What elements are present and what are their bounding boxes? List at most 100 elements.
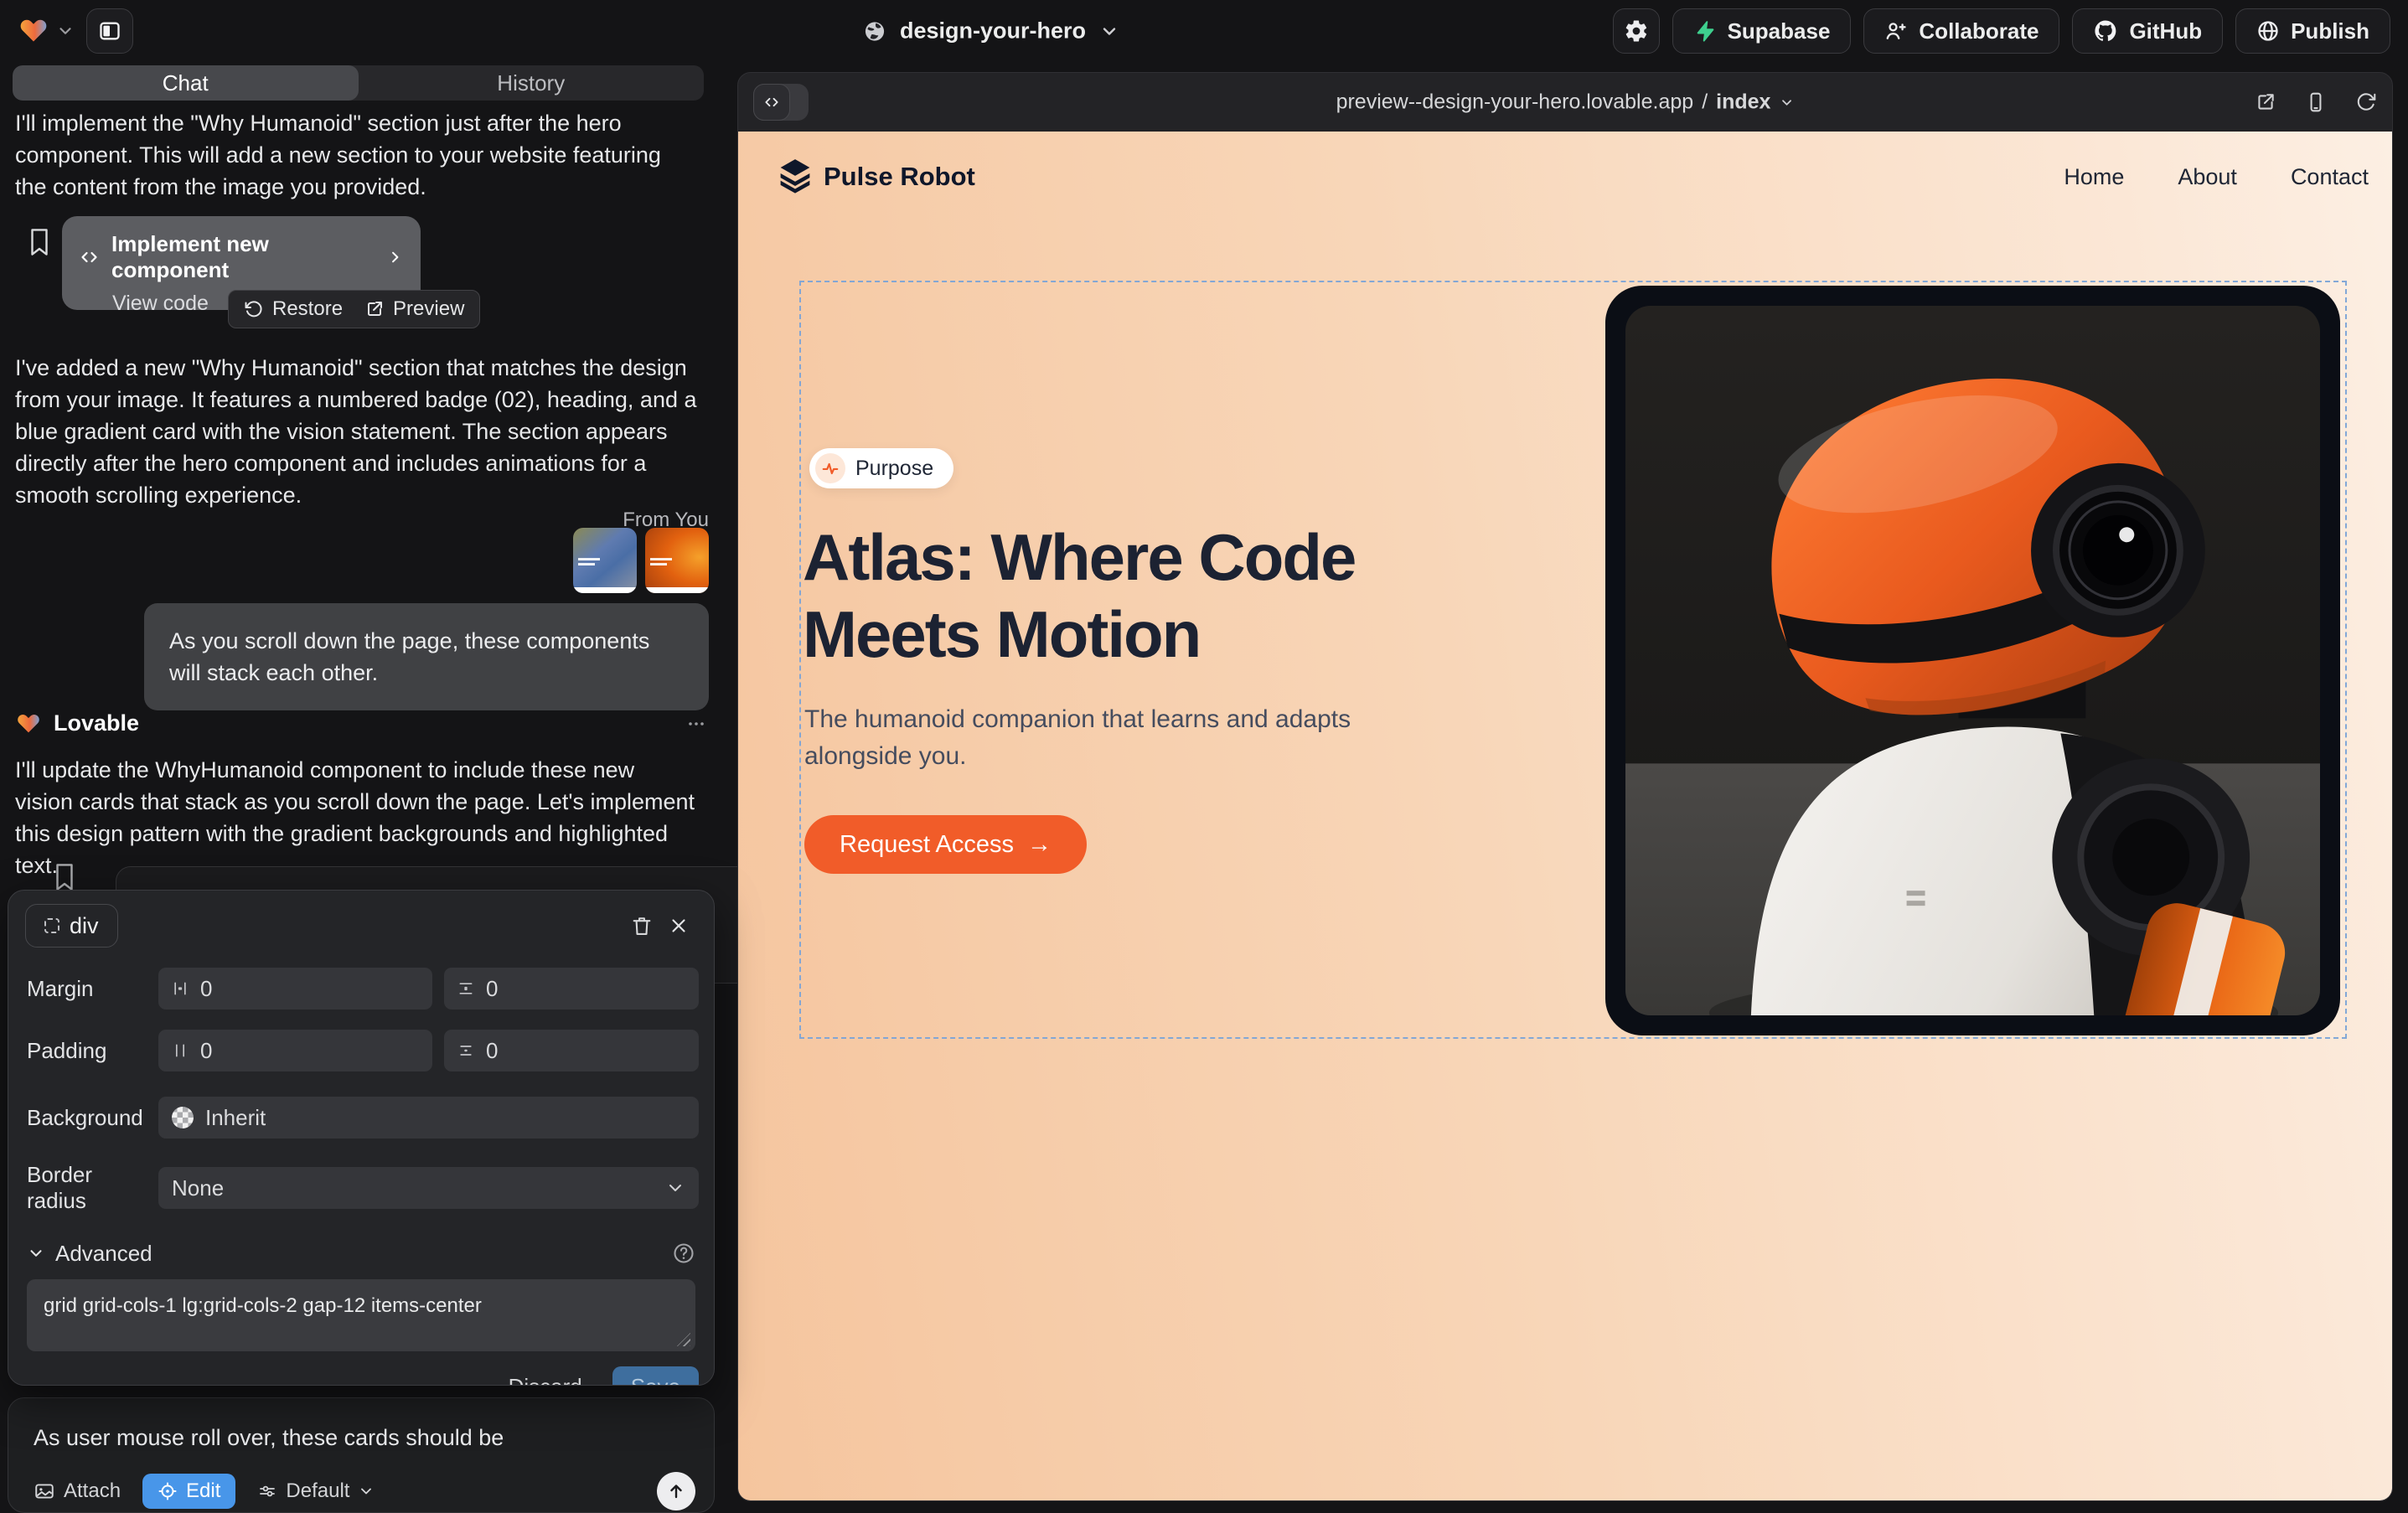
composer-draft-text[interactable]: As user mouse roll over, these cards sho… [8, 1398, 714, 1451]
discard-button[interactable]: Discard [509, 1374, 582, 1386]
topbar-left [18, 8, 133, 54]
hero-robot-card [1605, 286, 2340, 1035]
collaborate-button[interactable]: Collaborate [1863, 8, 2059, 54]
site-brand[interactable]: Pulse Robot [778, 158, 975, 195]
padding-vertical-input[interactable]: 0 [444, 1030, 699, 1071]
restore-label: Restore [272, 297, 343, 321]
ellipsis-icon [684, 714, 709, 734]
advanced-section-toggle[interactable]: Advanced [27, 1239, 695, 1268]
margin-vertical-value: 0 [486, 976, 498, 1002]
padding-horizontal-input[interactable]: 0 [158, 1030, 432, 1071]
element-tag: div [70, 913, 99, 939]
preview-url-bar[interactable]: preview--design-your-hero.lovable.app / … [1336, 90, 1795, 115]
help-icon[interactable] [672, 1242, 695, 1265]
inspector-actions: Discard Save [8, 1366, 714, 1386]
padding-label: Padding [27, 1038, 147, 1064]
advanced-label: Advanced [55, 1241, 152, 1267]
panel-left-icon [98, 19, 121, 43]
user-message-bubble: As you scroll down the page, these compo… [144, 603, 709, 710]
css-classes-value: grid grid-cols-1 lg:grid-cols-2 gap-12 i… [44, 1294, 482, 1317]
margin-vertical-input[interactable]: 0 [444, 968, 699, 1010]
model-mode-selector[interactable]: Default [257, 1479, 375, 1503]
lovable-heart-icon [18, 16, 49, 46]
site-canvas: Pulse Robot Home About Contact Purpose A… [738, 132, 2392, 1500]
background-row: Background Inherit [8, 1097, 714, 1139]
hero-heading: Atlas: Where Code Meets Motion [803, 519, 1490, 673]
supabase-button[interactable]: Supabase [1672, 8, 1852, 54]
mode-label: Default [286, 1479, 349, 1503]
supabase-label: Supabase [1728, 18, 1831, 44]
chevron-right-icon [386, 247, 404, 267]
restore-button[interactable]: Restore [244, 297, 343, 321]
close-inspector-button[interactable] [660, 907, 697, 944]
save-button[interactable]: Save [612, 1366, 699, 1386]
attachment-thumbnail-blue[interactable] [573, 528, 637, 593]
preview-button[interactable]: Preview [364, 297, 464, 321]
chat-composer[interactable]: As user mouse roll over, these cards sho… [8, 1397, 715, 1513]
request-access-button[interactable]: Request Access → [804, 815, 1087, 874]
publish-globe-icon [2256, 19, 2280, 43]
mobile-view-icon[interactable] [2305, 91, 2327, 113]
message-options-button[interactable] [684, 714, 709, 734]
attach-button[interactable]: Attach [34, 1479, 121, 1503]
publish-button[interactable]: Publish [2235, 8, 2390, 54]
selected-element-chip[interactable]: div [25, 904, 118, 948]
selected-hero-section[interactable]: Purpose Atlas: Where Code Meets Motion T… [799, 281, 2347, 1039]
site-header: Pulse Robot Home About Contact [778, 158, 2369, 195]
chevron-down-icon [358, 1483, 375, 1500]
nav-link-contact[interactable]: Contact [2291, 164, 2369, 190]
lovable-heart-icon [15, 711, 42, 736]
background-label: Background [27, 1105, 147, 1131]
margin-row: Margin 0 0 [8, 968, 714, 1010]
background-value: Inherit [205, 1105, 266, 1131]
nav-link-home[interactable]: Home [2064, 164, 2124, 190]
chat-panel: Chat History I'll implement the "Why Hum… [0, 62, 731, 1508]
purpose-badge: Purpose [809, 448, 953, 488]
tab-history[interactable]: History [359, 65, 705, 101]
composer-toolbar: Attach Edit Default [34, 1472, 695, 1510]
background-input[interactable]: Inherit [158, 1097, 699, 1139]
refresh-icon[interactable] [2355, 91, 2377, 113]
code-preview-toggle[interactable] [753, 84, 809, 121]
tab-chat[interactable]: Chat [13, 65, 359, 101]
assistant-name: Lovable [54, 710, 139, 736]
arrow-up-icon [666, 1481, 686, 1501]
border-radius-select[interactable]: None [158, 1167, 699, 1209]
bookmark-icon[interactable] [27, 228, 52, 256]
pulse-icon [815, 453, 845, 483]
project-switcher[interactable]: design-your-hero [863, 18, 1119, 44]
margin-horizontal-input[interactable]: 0 [158, 968, 432, 1010]
purpose-badge-label: Purpose [855, 457, 933, 481]
publish-label: Publish [2291, 18, 2369, 44]
border-radius-label: Border radius [27, 1162, 147, 1214]
attach-label: Attach [64, 1479, 121, 1503]
external-link-icon [364, 299, 385, 319]
attachment-thumbnail-orange[interactable] [645, 528, 709, 593]
assistant-message: I've added a new "Why Humanoid" section … [15, 352, 697, 511]
assistant-message: I'll update the WhyHumanoid component to… [15, 754, 697, 881]
edit-mode-button[interactable]: Edit [142, 1474, 235, 1509]
open-in-new-tab-icon[interactable] [2255, 91, 2276, 113]
github-button[interactable]: GitHub [2072, 8, 2223, 54]
resize-handle[interactable] [677, 1333, 690, 1346]
nav-link-about[interactable]: About [2178, 164, 2237, 190]
delete-element-button[interactable] [623, 907, 660, 944]
topbar-actions: Supabase Collaborate GitHub Publish [1613, 8, 2390, 54]
padding-vertical-value: 0 [486, 1038, 498, 1064]
css-classes-textarea[interactable]: grid grid-cols-1 lg:grid-cols-2 gap-12 i… [27, 1279, 695, 1351]
card-hover-menu: Restore Preview [228, 290, 480, 328]
margin-label: Margin [27, 976, 147, 1002]
margin-x-icon [172, 980, 189, 997]
bookmark-icon[interactable] [52, 863, 77, 891]
chevron-down-icon [56, 22, 75, 40]
close-icon [668, 915, 690, 937]
send-button[interactable] [657, 1472, 695, 1510]
lovable-logo-menu[interactable] [18, 16, 75, 46]
sidebar-toggle-button[interactable] [86, 8, 133, 54]
border-radius-value: None [172, 1175, 224, 1201]
restore-icon [244, 299, 264, 319]
inspector-header: div [8, 891, 714, 948]
app-topbar: design-your-hero Supabase Collaborate [0, 0, 2408, 62]
preview-label: Preview [393, 297, 464, 321]
settings-button[interactable] [1613, 8, 1660, 54]
